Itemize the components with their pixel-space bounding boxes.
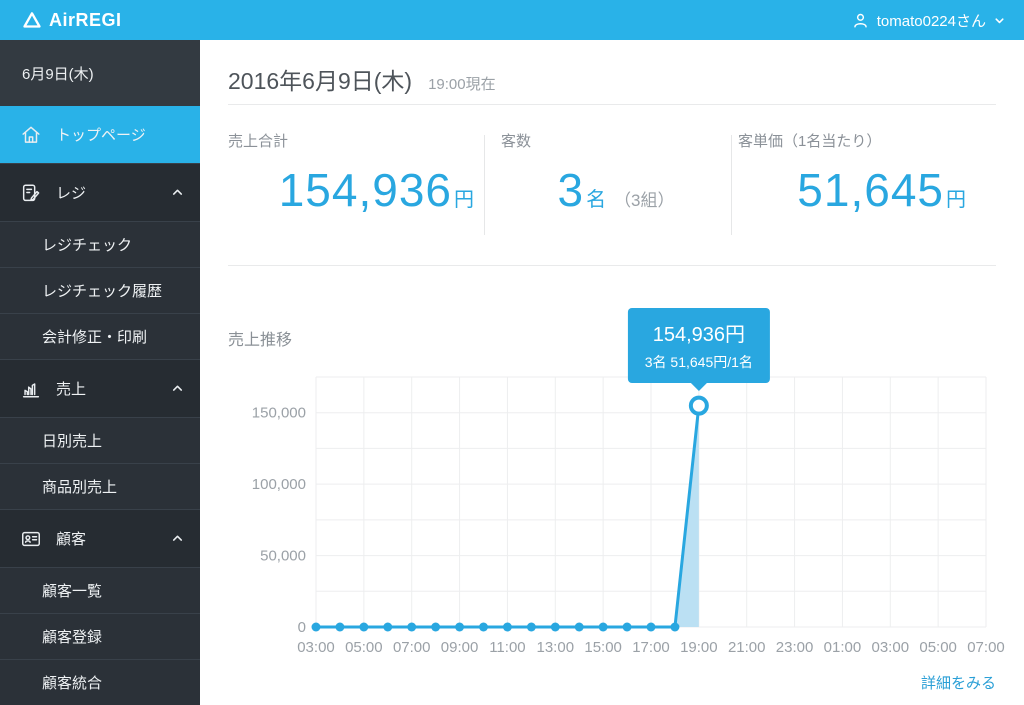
sales-trend-chart[interactable]: 0 50,000 100,000 150,000 03:00 05:00 07:00 09:0… <box>200 370 1024 670</box>
app-header: AirREGI tomato0224さん <box>0 0 1024 40</box>
as-of-time: 19:00現在 <box>428 76 496 93</box>
stat-value: 51,645 円 <box>797 164 966 216</box>
svg-text:23:00: 23:00 <box>776 639 814 656</box>
svg-text:05:00: 05:00 <box>345 639 383 656</box>
chevron-up-icon <box>172 189 183 195</box>
sidebar-date: 6月9日(木) <box>0 40 200 106</box>
svg-text:50,000: 50,000 <box>260 548 306 565</box>
svg-text:05:00: 05:00 <box>919 639 957 656</box>
tooltip-detail: 3名 51,645円/1名 <box>644 354 753 370</box>
sidebar-item-label: レジチェック <box>42 237 133 254</box>
title-row: 2016年6月9日(木) 19:00現在 <box>228 62 496 96</box>
svg-text:15:00: 15:00 <box>584 639 622 656</box>
svg-text:19:00: 19:00 <box>680 639 718 656</box>
detail-link[interactable]: 詳細をみる <box>921 672 996 693</box>
sidebar-nav: トップページ レジレジチェックレジチェック履歴 会計修正・印刷売上日別売上商品別売上… <box>0 106 200 705</box>
sidebar-item-label: 商品別売上 <box>42 479 118 496</box>
svg-text:0: 0 <box>298 619 306 636</box>
chart-title: 売上推移 <box>228 332 293 349</box>
sidebar-item-5[interactable]: 売上 <box>0 359 200 417</box>
sidebar-item-10[interactable]: 顧客登録 <box>0 613 200 659</box>
divider <box>228 104 996 105</box>
sidebar-item-label: 顧客統合 <box>42 675 103 692</box>
svg-text:11:00: 11:00 <box>489 639 525 656</box>
stat-1: 売上合計 154,936 円 <box>228 130 484 240</box>
customer-icon <box>22 531 40 546</box>
sidebar-item-label: 日別売上 <box>42 433 103 450</box>
sidebar-item-label: 顧客一覧 <box>42 583 103 600</box>
svg-text:07:00: 07:00 <box>393 639 431 656</box>
svg-text:01:00: 01:00 <box>824 639 862 656</box>
stat-label: 客単価（1名当たり） <box>738 133 882 150</box>
stat-3: 客単価（1名当たり） 51,645 円 <box>732 130 996 240</box>
register-icon <box>22 183 40 201</box>
svg-text:07:00: 07:00 <box>967 639 1005 656</box>
chevron-down-icon <box>995 17 1004 23</box>
tooltip-value: 154,936円 <box>652 324 745 346</box>
user-name: tomato0224さん <box>876 12 986 30</box>
sidebar-item-label: 売上 <box>56 381 87 398</box>
sidebar-item-8[interactable]: 顧客 <box>0 509 200 567</box>
svg-text:21:00: 21:00 <box>728 639 766 656</box>
chart-tooltip: 154,936円 3名 51,645円/1名 <box>627 308 770 391</box>
sidebar-item-label: 会計修正・印刷 <box>42 329 148 346</box>
brand: AirREGI <box>22 10 122 31</box>
svg-text:17:00: 17:00 <box>632 639 670 656</box>
main-content: 2016年6月9日(木) 19:00現在 売上合計 154,936 円 客数 3 名（3組… <box>200 40 1024 701</box>
divider <box>228 265 996 266</box>
home-icon <box>22 126 40 143</box>
page-title: 2016年6月9日(木) <box>228 68 413 94</box>
svg-text:13:00: 13:00 <box>537 639 575 656</box>
sidebar-item-1[interactable]: レジ <box>0 163 200 221</box>
stat-label: 売上合計 <box>228 133 289 150</box>
svg-text:09:00: 09:00 <box>441 639 479 656</box>
sidebar-item-6[interactable]: 日別売上 <box>0 417 200 463</box>
sidebar-item-label: 顧客 <box>56 531 87 548</box>
chevron-up-icon <box>172 385 183 391</box>
sidebar-item-3[interactable]: レジチェック履歴 <box>0 267 200 313</box>
user-icon <box>854 13 867 28</box>
sidebar-item-11[interactable]: 顧客統合 <box>0 659 200 705</box>
brand-name: AirREGI <box>49 9 122 30</box>
airregi-logo-icon <box>23 12 41 28</box>
chevron-up-icon <box>172 535 183 541</box>
sidebar-item-9[interactable]: 顧客一覧 <box>0 567 200 613</box>
sidebar-item-label: トップページ <box>56 127 146 144</box>
user-menu[interactable]: tomato0224さん <box>851 10 1006 31</box>
sidebar-item-7[interactable]: 商品別売上 <box>0 463 200 509</box>
sales-icon <box>22 382 40 398</box>
svg-text:03:00: 03:00 <box>872 639 910 656</box>
svg-text:03:00: 03:00 <box>297 639 335 656</box>
sidebar-item-4[interactable]: 会計修正・印刷 <box>0 313 200 359</box>
sidebar-item-label: レジチェック履歴 <box>42 283 163 300</box>
svg-text:100,000: 100,000 <box>252 476 306 493</box>
sidebar-item-2[interactable]: レジチェック <box>0 221 200 267</box>
sidebar: 6月9日(木) トップページ レジレジチェックレジチェック履歴 会計修正・印刷売上日… <box>0 40 200 705</box>
sidebar-item-label: レジ <box>56 185 87 202</box>
sidebar-item-0[interactable]: トップページ <box>0 106 200 163</box>
stat-2: 客数 3 名（3組） <box>485 130 731 240</box>
svg-text:150,000: 150,000 <box>252 405 306 422</box>
stat-label: 客数 <box>501 133 532 150</box>
stat-value: 3 名（3組） <box>557 164 675 216</box>
stat-value: 154,936 円 <box>278 164 474 216</box>
stats-row: 売上合計 154,936 円 客数 3 名（3組） 客単価（1名当たり） 51,645 円 <box>200 130 1024 260</box>
sidebar-item-label: 顧客登録 <box>42 629 103 646</box>
